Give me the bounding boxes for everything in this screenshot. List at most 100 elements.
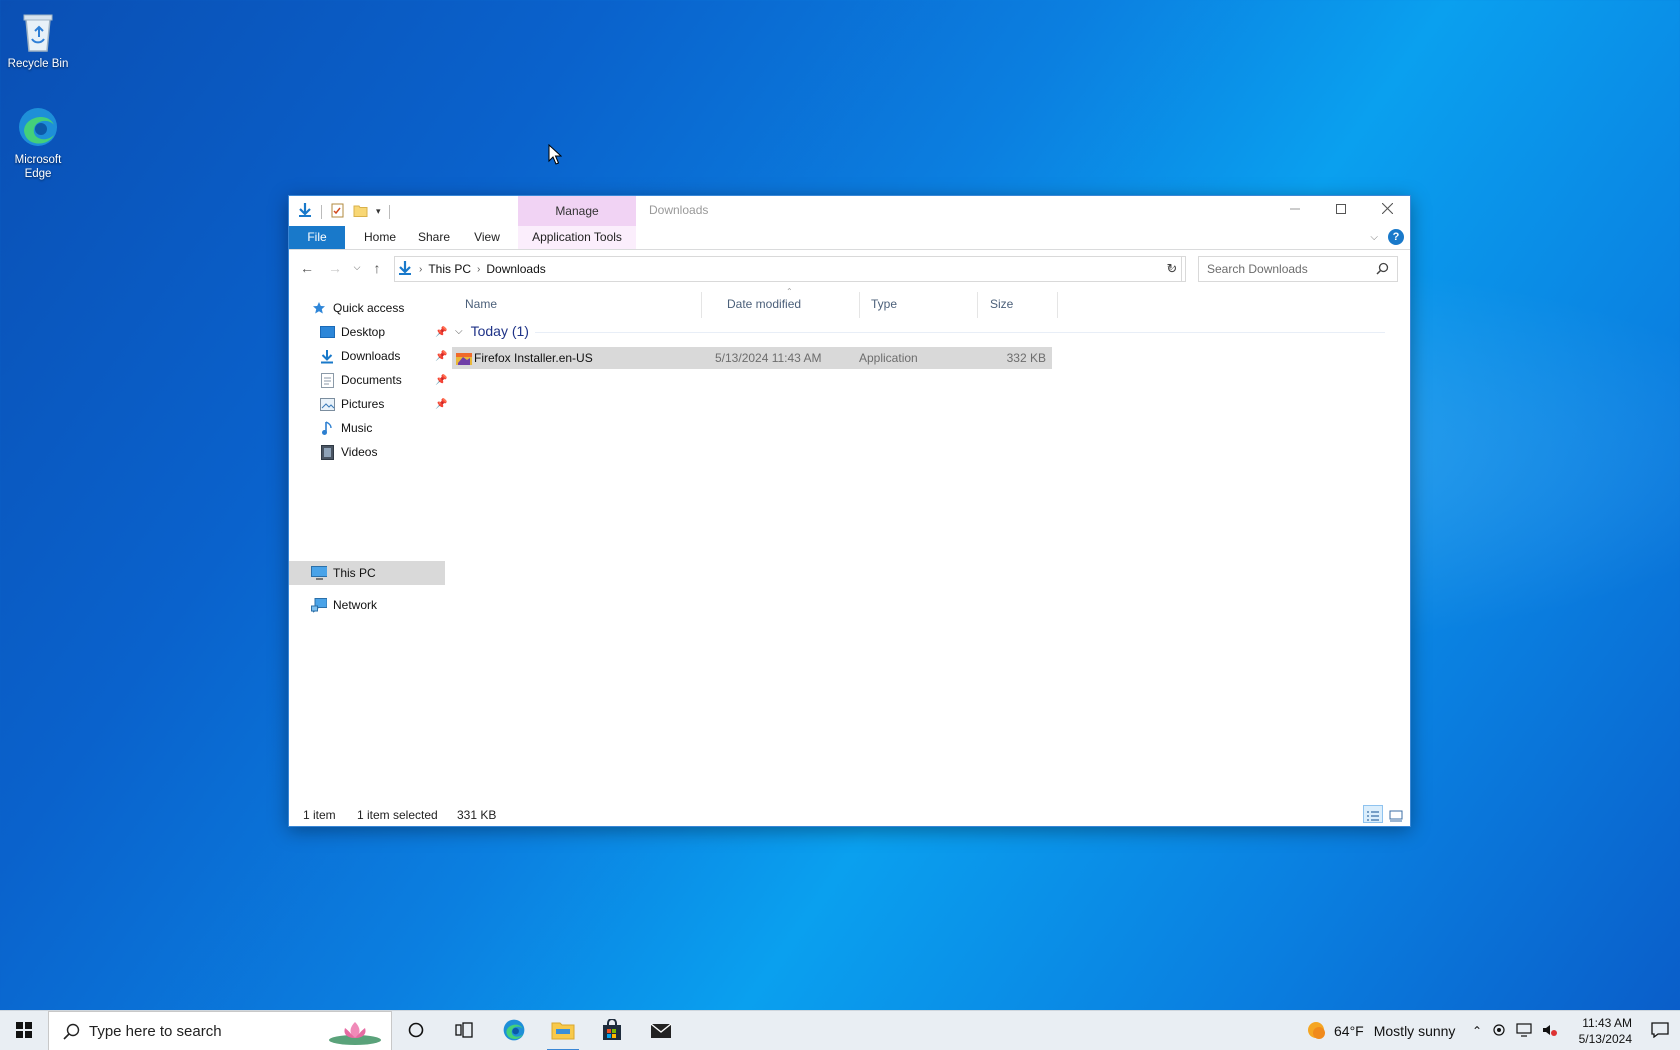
file-name: Firefox Installer.en-US xyxy=(474,351,593,365)
tab-file[interactable]: File xyxy=(289,226,345,249)
nav-quick-access[interactable]: Quick access xyxy=(311,297,404,319)
refresh-button[interactable]: ↻ xyxy=(1159,256,1186,282)
nav-label: Music xyxy=(341,421,373,435)
nav-item-pictures[interactable]: Pictures 📌 xyxy=(319,393,447,415)
clock-time: 11:43 AM xyxy=(1582,1016,1632,1030)
task-view-icon xyxy=(455,1021,473,1041)
taskbar-file-explorer-button[interactable] xyxy=(539,1011,587,1050)
show-hidden-icons-icon[interactable]: ⌃ xyxy=(1472,1024,1482,1038)
search-icon xyxy=(1376,262,1389,278)
taskbar: Type here to search 64°F Mostly sunny ⌃ … xyxy=(0,1010,1680,1050)
toolbar-separator xyxy=(388,204,390,219)
network-icon xyxy=(311,597,327,613)
status-selected: 1 item selected xyxy=(357,808,438,822)
nav-item-desktop[interactable]: Desktop 📌 xyxy=(319,321,447,343)
minimize-button[interactable] xyxy=(1272,196,1318,224)
large-icons-view-button[interactable] xyxy=(1386,805,1406,823)
taskbar-store-button[interactable] xyxy=(588,1011,636,1050)
nav-this-pc[interactable]: This PC xyxy=(311,562,376,584)
window-controls xyxy=(1272,196,1410,224)
close-icon xyxy=(1381,202,1393,217)
downloads-folder-icon xyxy=(319,348,335,364)
tab-view[interactable]: View xyxy=(465,226,509,249)
help-icon[interactable]: ? xyxy=(1388,229,1404,245)
expand-ribbon-icon[interactable]: ⌵ xyxy=(1370,232,1378,243)
quick-access-toolbar: ▾ xyxy=(297,202,390,221)
pictures-folder-icon xyxy=(319,396,335,412)
column-separator[interactable] xyxy=(859,292,860,318)
tab-home[interactable]: Home xyxy=(355,226,405,249)
system-tray: ⌃ xyxy=(1472,1011,1558,1050)
forward-arrow-icon: → xyxy=(328,260,342,276)
status-selected-size: 331 KB xyxy=(457,808,497,822)
meet-now-icon[interactable] xyxy=(1492,1023,1506,1040)
weather-widget[interactable]: 64°F Mostly sunny xyxy=(1306,1011,1455,1050)
customize-toolbar-icon[interactable]: ▾ xyxy=(376,206,381,217)
search-placeholder: Search Downloads xyxy=(1207,262,1308,276)
recent-locations-button[interactable]: ⌵ xyxy=(347,262,367,273)
column-header-type[interactable]: Type xyxy=(871,297,897,311)
notification-icon xyxy=(1651,1021,1669,1041)
details-view-icon xyxy=(1366,810,1380,825)
taskbar-mail-button[interactable] xyxy=(637,1011,685,1050)
weather-sun-icon xyxy=(1306,1020,1326,1043)
nav-item-music[interactable]: Music xyxy=(319,417,372,439)
nav-item-documents[interactable]: Documents 📌 xyxy=(319,369,447,391)
details-view-button[interactable] xyxy=(1363,805,1383,823)
column-separator[interactable] xyxy=(701,292,702,318)
start-button[interactable] xyxy=(0,1011,48,1050)
notification-center-button[interactable] xyxy=(1640,1011,1680,1050)
column-header-name[interactable]: Name xyxy=(465,297,497,311)
nav-item-downloads[interactable]: Downloads 📌 xyxy=(319,345,447,367)
new-folder-icon[interactable] xyxy=(353,203,368,220)
file-row[interactable]: Firefox Installer.en-US 5/13/2024 11:43 … xyxy=(452,347,1052,369)
star-icon xyxy=(311,300,327,316)
group-header-today[interactable]: ⌵ Today (1) xyxy=(455,323,1385,339)
group-divider xyxy=(535,332,1385,333)
column-separator[interactable] xyxy=(1057,292,1058,318)
properties-icon[interactable] xyxy=(330,203,345,221)
taskbar-edge-button[interactable] xyxy=(490,1011,538,1050)
column-header-date-modified[interactable]: Date modified xyxy=(727,297,801,311)
taskbar-clock[interactable]: 11:43 AM 5/13/2024 xyxy=(1579,1015,1632,1047)
nav-label: This PC xyxy=(333,566,376,580)
installer-app-icon xyxy=(456,350,472,369)
weather-condition: Mostly sunny xyxy=(1373,1023,1456,1039)
column-header-size[interactable]: Size xyxy=(990,297,1013,311)
back-button[interactable]: ← xyxy=(297,260,317,276)
column-separator[interactable] xyxy=(977,292,978,318)
cortana-button[interactable] xyxy=(392,1011,440,1050)
tab-share[interactable]: Share xyxy=(409,226,459,249)
toolbar-separator xyxy=(321,204,322,219)
chevron-down-icon: ⌵ xyxy=(353,262,361,272)
tab-application-tools[interactable]: Application Tools xyxy=(518,226,636,249)
breadcrumb-downloads[interactable]: Downloads xyxy=(486,262,545,276)
desktop-icon-label: Microsoft Edge xyxy=(14,154,62,180)
taskbar-search-box[interactable]: Type here to search xyxy=(48,1011,392,1050)
status-item-count: 1 item xyxy=(303,808,336,822)
address-bar[interactable]: › This PC › Downloads ⌵ xyxy=(394,256,1182,282)
up-button[interactable]: ↑ xyxy=(367,260,387,276)
search-input[interactable]: Search Downloads xyxy=(1198,256,1398,282)
nav-item-videos[interactable]: Videos xyxy=(319,441,377,463)
collapse-chevron-icon: ⌵ xyxy=(455,325,463,337)
desktop-folder-icon xyxy=(319,324,335,340)
nav-network[interactable]: Network xyxy=(311,594,377,616)
forward-button[interactable]: → xyxy=(325,260,345,276)
breadcrumb-this-pc[interactable]: This PC xyxy=(428,262,471,276)
network-status-icon[interactable] xyxy=(1516,1022,1532,1040)
documents-folder-icon xyxy=(319,372,335,388)
close-button[interactable] xyxy=(1364,196,1410,224)
windows-logo-icon xyxy=(16,1021,32,1041)
desktop-icon-recycle-bin[interactable]: Recycle Bin xyxy=(0,8,76,71)
large-icons-view-icon xyxy=(1389,810,1403,825)
volume-muted-icon[interactable] xyxy=(1542,1023,1558,1040)
group-label: Today (1) xyxy=(470,323,529,339)
task-view-button[interactable] xyxy=(440,1011,488,1050)
edge-icon xyxy=(15,104,61,150)
desktop-icon-edge[interactable]: Microsoft Edge xyxy=(0,104,76,181)
maximize-button[interactable] xyxy=(1318,196,1364,224)
cortana-circle-icon xyxy=(408,1022,424,1041)
file-list-pane: Name Date modified ⌃ Type Size ⌵ Today (… xyxy=(445,287,1412,798)
breadcrumb-separator-icon: › xyxy=(419,263,423,275)
